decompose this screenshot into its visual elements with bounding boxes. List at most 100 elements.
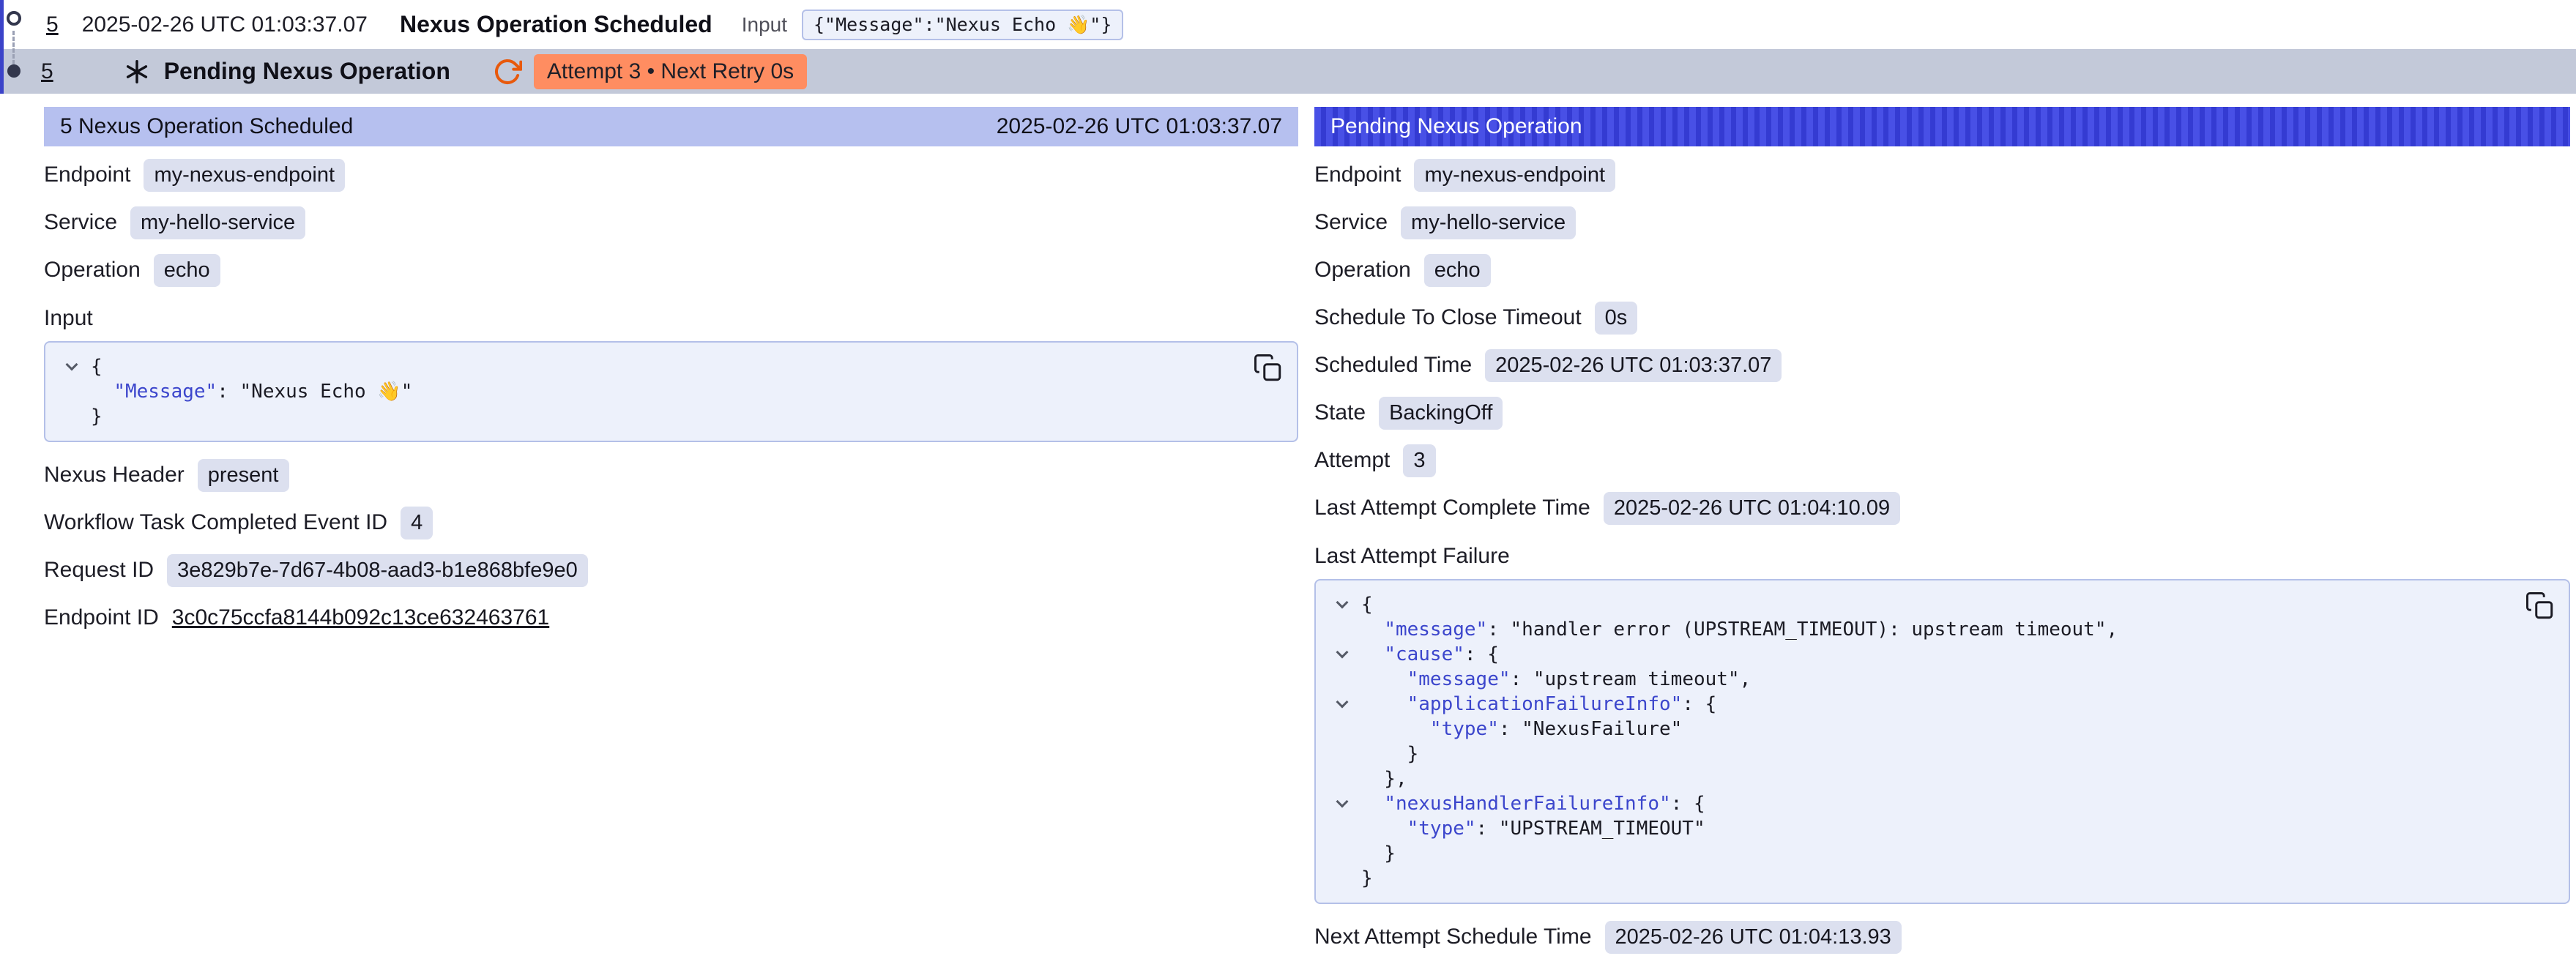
code-line: "cause": { xyxy=(1323,642,2498,667)
code-gutter xyxy=(1323,617,1361,642)
code-line: } xyxy=(53,404,1226,429)
code-line: "message": "upstream timeout", xyxy=(1323,667,2498,692)
code-line: }, xyxy=(1323,766,2498,791)
detail-value-chip: my-nexus-endpoint xyxy=(1414,159,1615,192)
failure-json-block: { "message": "handler error (UPSTREAM_TI… xyxy=(1314,579,2570,904)
scheduled-fields-top: Endpoint my-nexus-endpoint Servicemy-hello… xyxy=(44,157,1298,288)
code-text: "nexusHandlerFailureInfo": { xyxy=(1361,791,1705,816)
event-id-link[interactable]: 5 xyxy=(46,12,59,37)
detail-row-endpoint-id: Endpoint ID 3c0c75ccfa8144b092c13ce632463… xyxy=(44,600,1298,636)
code-gutter xyxy=(1323,841,1361,866)
code-line: "applicationFailureInfo": { xyxy=(1323,692,2498,717)
detail-row-service: Service my-hello-service xyxy=(1314,204,2570,241)
code-gutter xyxy=(1323,816,1361,841)
detail-value-chip: my-nexus-endpoint xyxy=(144,159,345,192)
detail-value-chip: 3 xyxy=(1403,444,1435,477)
event-timestamp: 2025-02-26 UTC 01:03:37.07 xyxy=(82,12,368,37)
event-row-nexus-operation-scheduled[interactable]: 5 2025-02-26 UTC 01:03:37.07 Nexus Opera… xyxy=(0,0,2576,49)
detail-label: Endpoint xyxy=(1314,163,1401,187)
collapse-chevron-icon[interactable] xyxy=(1336,796,1349,808)
detail-label: Last Attempt Complete Time xyxy=(1314,496,1590,520)
code-gutter xyxy=(1323,717,1361,742)
code-gutter xyxy=(1323,766,1361,791)
detail-row-attempt: Attempt 3 xyxy=(1314,442,2570,479)
detail-label: Attempt xyxy=(1314,448,1390,473)
code-gutter xyxy=(53,404,91,429)
detail-value-chip: BackingOff xyxy=(1379,397,1503,430)
collapse-chevron-icon[interactable] xyxy=(1336,696,1349,709)
pending-fields-top: Endpoint my-nexus-endpoint Service my-hello… xyxy=(1314,157,2570,526)
code-text: }, xyxy=(1361,766,1407,791)
code-line: "type": "UPSTREAM_TIMEOUT" xyxy=(1323,816,2498,841)
detail-label: Schedule To Close Timeout xyxy=(1314,305,1582,330)
code-line: } xyxy=(1323,841,2498,866)
detail-row-workflow-task-completed-event-id: Workflow Task Completed Event ID4 xyxy=(44,504,1298,541)
timeline-dashed-connector xyxy=(12,31,15,64)
attempt-retry-badge: Attempt 3 • Next Retry 0s xyxy=(534,54,807,89)
code-line: "Message": "Nexus Echo 👋" xyxy=(53,379,1226,404)
detail-label: Service xyxy=(1314,210,1388,235)
event-row-pending-nexus-operation[interactable]: 5 Pending Nexus Operation Attempt 3 • Ne… xyxy=(0,49,2576,94)
code-line: "type": "NexusFailure" xyxy=(1323,717,2498,742)
detail-label: Operation xyxy=(44,258,141,283)
code-line: { xyxy=(53,354,1226,379)
detail-label: State xyxy=(1314,400,1366,425)
detail-value-link[interactable]: 3c0c75ccfa8144b092c13ce632463761 xyxy=(172,605,549,630)
detail-value-chip: 2025-02-26 UTC 01:04:13.93 xyxy=(1605,921,1902,954)
event-title: Pending Nexus Operation xyxy=(164,58,450,85)
scheduled-fields-bottom: Nexus Headerpresent Workflow Task Complet… xyxy=(44,457,1298,636)
copy-button[interactable] xyxy=(2525,591,2555,621)
detail-row-operation: Operationecho xyxy=(1314,252,2570,288)
copy-button[interactable] xyxy=(1253,353,1284,384)
collapse-chevron-icon[interactable] xyxy=(1336,646,1349,659)
copy-icon xyxy=(1253,353,1284,384)
pending-asterisk-icon xyxy=(123,58,151,86)
code-text: "type": "UPSTREAM_TIMEOUT" xyxy=(1361,816,1705,841)
input-preview-chip: {"Message":"Nexus Echo 👋"} xyxy=(802,10,1123,40)
panel-title: 5 Nexus Operation Scheduled xyxy=(60,114,353,139)
detail-label: Request ID xyxy=(44,558,154,583)
timeline-filled-dot-icon xyxy=(7,64,21,78)
event-title: Nexus Operation Scheduled xyxy=(400,11,712,38)
active-event-group-bar xyxy=(0,0,4,94)
input-section-label: Input xyxy=(44,306,1298,331)
detail-row-nexus-header: Nexus Headerpresent xyxy=(44,457,1298,493)
detail-label: Endpoint xyxy=(44,163,130,187)
code-text: "message": "upstream timeout", xyxy=(1361,667,1751,692)
pending-panel-header: Pending Nexus Operation xyxy=(1314,107,2570,146)
retry-refresh-icon xyxy=(493,57,522,86)
code-text: "cause": { xyxy=(1361,642,1499,667)
event-id-link[interactable]: 5 xyxy=(41,59,53,84)
detail-label: Nexus Header xyxy=(44,463,185,488)
detail-label: Scheduled Time xyxy=(1314,353,1472,378)
collapse-chevron-icon[interactable] xyxy=(1336,597,1349,609)
collapse-chevron-icon[interactable] xyxy=(66,359,78,371)
code-text: { xyxy=(91,354,103,379)
panel-title: Pending Nexus Operation xyxy=(1330,114,1582,139)
detail-row-schedule-to-close-timeout: Schedule To Close Timeout0s xyxy=(1314,299,2570,336)
code-gutter xyxy=(1323,592,1361,617)
detail-label: Endpoint ID xyxy=(44,605,159,630)
code-text: { xyxy=(1361,592,1373,617)
detail-value-chip: my-hello-service xyxy=(130,206,305,239)
code-line: "message": "handler error (UPSTREAM_TIME… xyxy=(1323,617,2498,642)
code-gutter xyxy=(1323,692,1361,717)
copy-icon xyxy=(2525,591,2555,621)
code-gutter xyxy=(1323,642,1361,667)
detail-label: Next Attempt Schedule Time xyxy=(1314,925,1592,949)
code-text: } xyxy=(1361,742,1418,766)
detail-row-service: Servicemy-hello-service xyxy=(44,204,1298,241)
detail-row-endpoint: Endpoint my-nexus-endpoint xyxy=(1314,157,2570,193)
detail-label: Workflow Task Completed Event ID xyxy=(44,510,387,535)
detail-value-chip: 3e829b7e-7d67-4b08-aad3-b1e868bfe9e0 xyxy=(167,554,588,587)
detail-row-next-attempt-schedule-time: Next Attempt Schedule Time 2025-02-26 UTC… xyxy=(1314,919,2570,955)
detail-row-last-attempt-complete-time: Last Attempt Complete Time2025-02-26 UTC… xyxy=(1314,490,2570,526)
detail-label: Operation xyxy=(1314,258,1411,283)
input-json-block: { "Message": "Nexus Echo 👋"} xyxy=(44,341,1298,442)
code-gutter xyxy=(1323,742,1361,766)
detail-value-chip: 2025-02-26 UTC 01:03:37.07 xyxy=(1485,349,1782,382)
detail-value-chip: my-hello-service xyxy=(1401,206,1576,239)
timeline-open-circle-icon xyxy=(7,11,21,26)
code-text: } xyxy=(91,404,103,429)
detail-value-chip: echo xyxy=(154,254,220,287)
